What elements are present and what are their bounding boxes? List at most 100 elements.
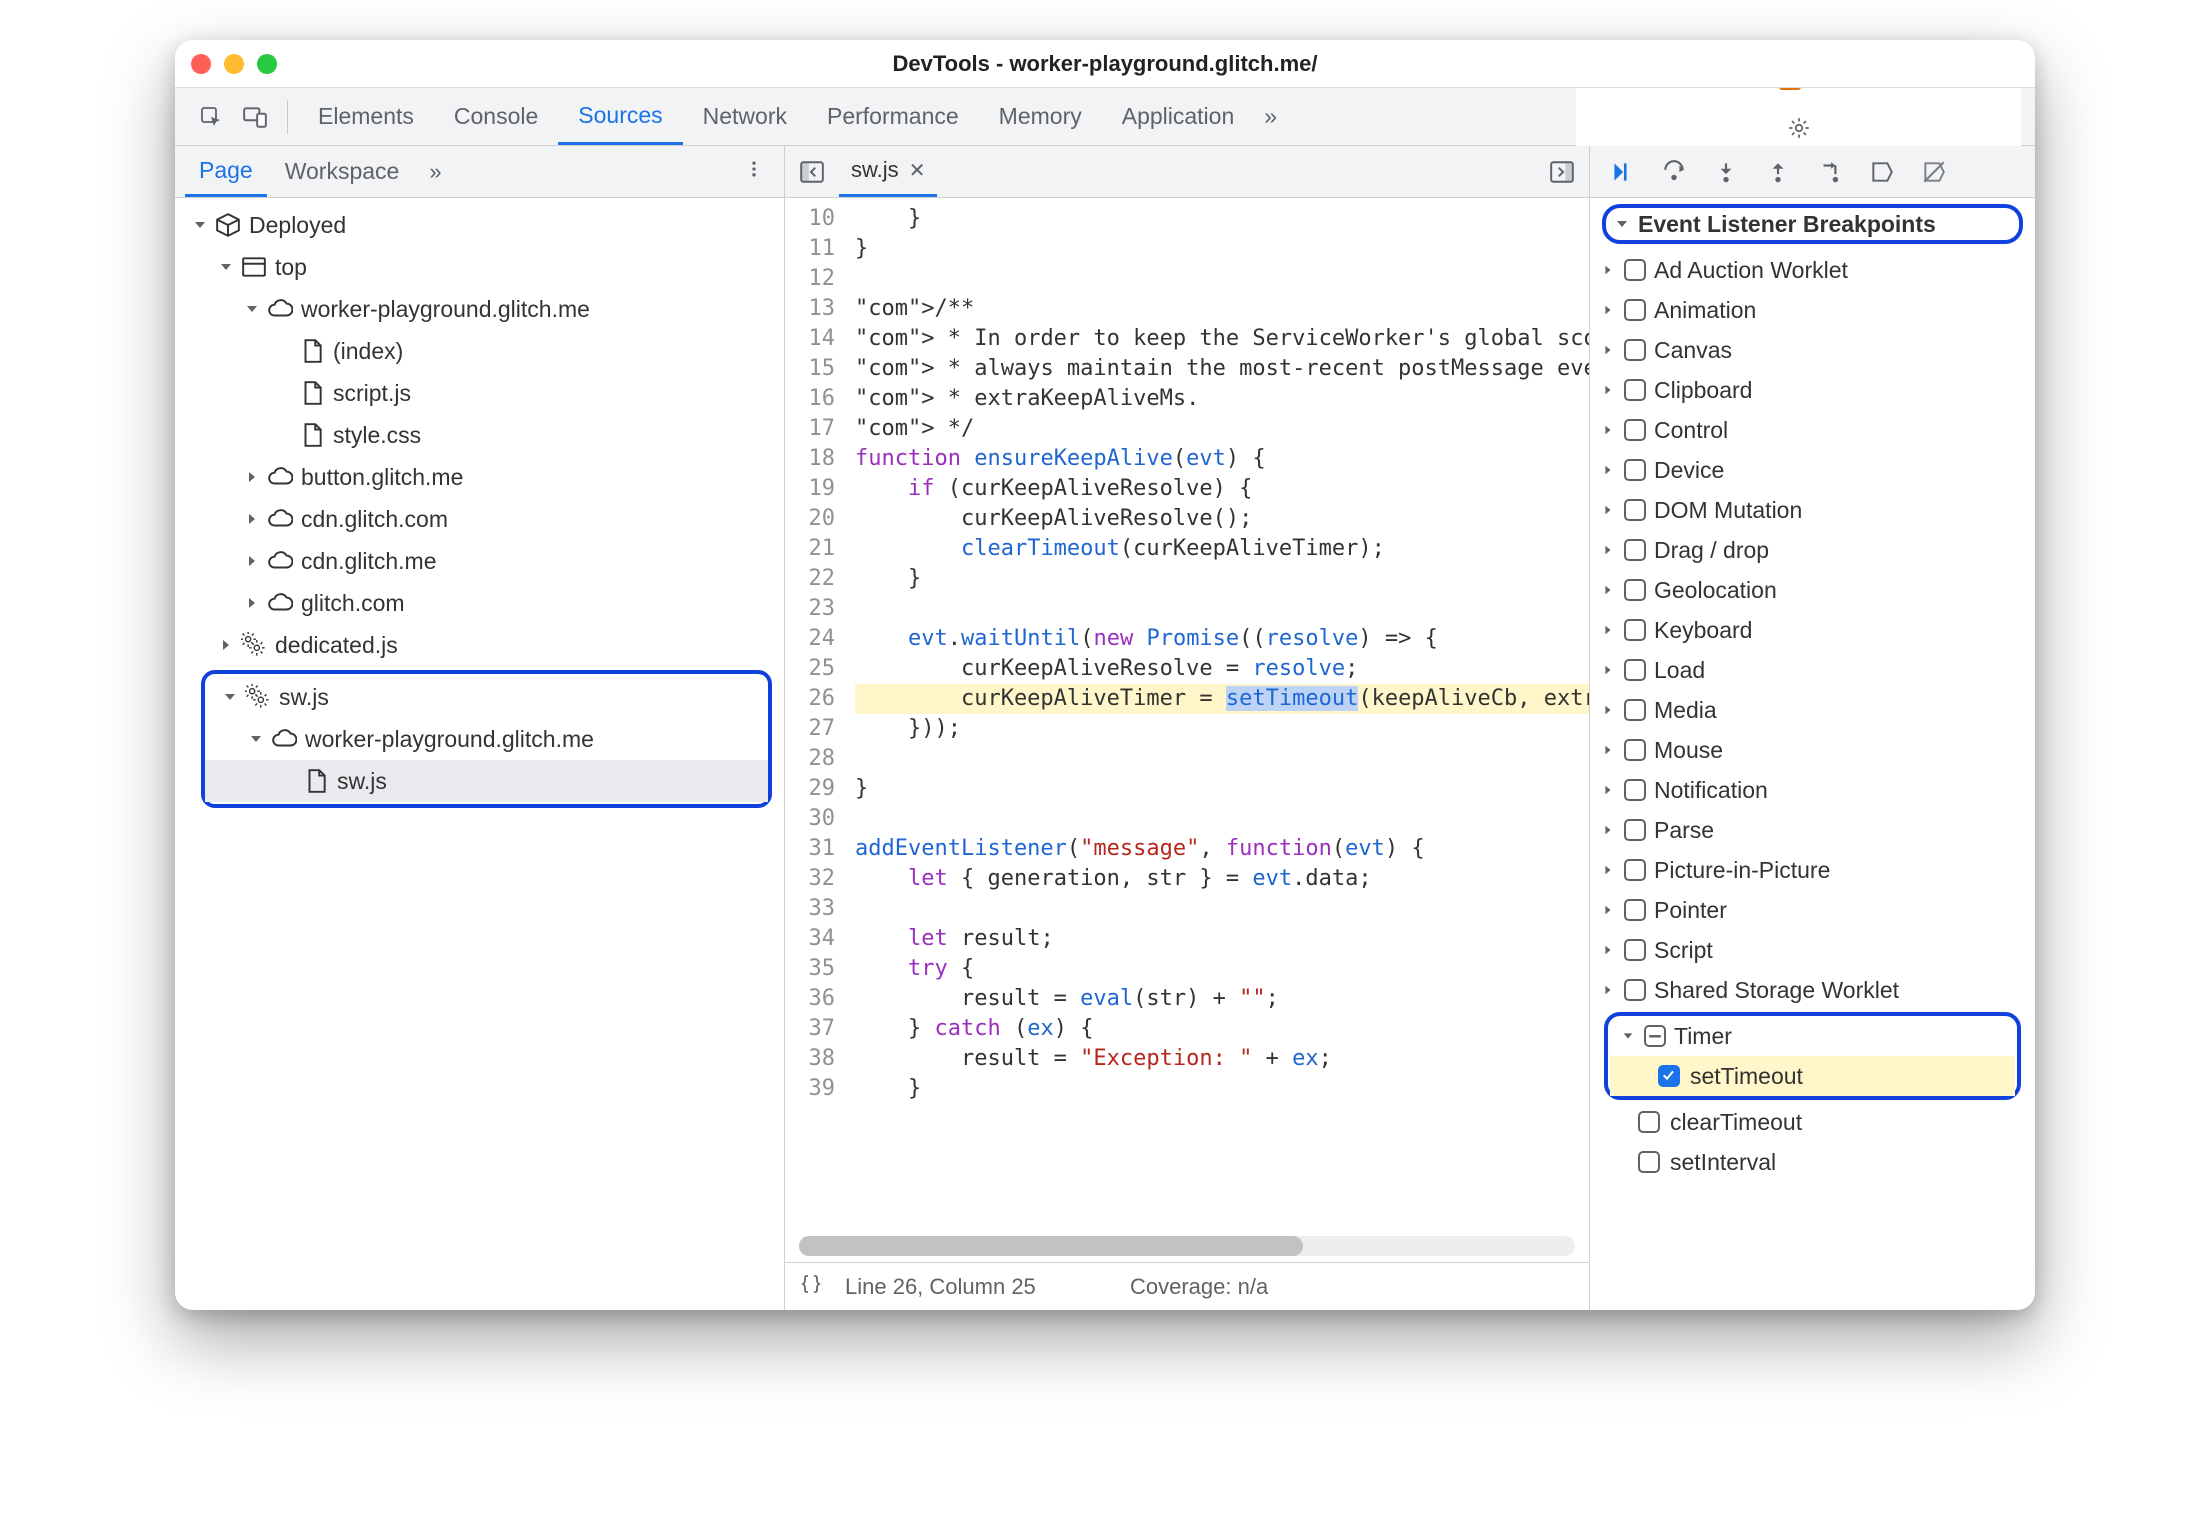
tree-worker-sw[interactable]: sw.js — [205, 676, 768, 718]
tab-console[interactable]: Console — [434, 88, 558, 145]
close-window-button[interactable] — [191, 54, 211, 74]
tab-network[interactable]: Network — [683, 88, 807, 145]
checkbox[interactable] — [1624, 339, 1646, 361]
event-clearTimeout[interactable]: clearTimeout — [1590, 1102, 2035, 1142]
tree-sw-origin[interactable]: worker-playground.glitch.me — [205, 718, 768, 760]
checkbox[interactable] — [1624, 299, 1646, 321]
event-category[interactable]: Animation — [1590, 290, 2035, 330]
caret-right-icon — [1600, 942, 1616, 958]
checkbox[interactable] — [1624, 539, 1646, 561]
deactivate-breakpoints-icon[interactable] — [1860, 150, 1904, 194]
tab-application[interactable]: Application — [1102, 88, 1255, 145]
horizontal-scrollbar[interactable] — [785, 1230, 1589, 1262]
checkbox[interactable] — [1638, 1151, 1660, 1173]
checkbox[interactable] — [1638, 1111, 1660, 1133]
tree-origin-cdn-me[interactable]: cdn.glitch.me — [175, 540, 784, 582]
checkbox[interactable] — [1624, 699, 1646, 721]
event-category[interactable]: Control — [1590, 410, 2035, 450]
tab-performance[interactable]: Performance — [807, 88, 979, 145]
caret-down-icon — [221, 688, 239, 706]
tab-memory[interactable]: Memory — [979, 88, 1102, 145]
checkbox[interactable] — [1624, 939, 1646, 961]
scrollbar-thumb[interactable] — [799, 1236, 1303, 1256]
checkbox[interactable] — [1624, 459, 1646, 481]
checkbox[interactable] — [1624, 659, 1646, 681]
tree-origin-cdn-com[interactable]: cdn.glitch.com — [175, 498, 784, 540]
event-category[interactable]: DOM Mutation — [1590, 490, 2035, 530]
checkbox-checked[interactable] — [1658, 1065, 1680, 1087]
event-category[interactable]: Media — [1590, 690, 2035, 730]
event-category[interactable]: Script — [1590, 930, 2035, 970]
tree-file-index[interactable]: (index) — [175, 330, 784, 372]
event-category[interactable]: Parse — [1590, 810, 2035, 850]
tree-sw-file[interactable]: sw.js — [205, 760, 768, 802]
nav-tabs-overflow[interactable]: » — [421, 159, 449, 185]
tree-file-script[interactable]: script.js — [175, 372, 784, 414]
checkbox-mixed[interactable]: − — [1644, 1025, 1666, 1047]
format-code-icon[interactable] — [799, 1272, 833, 1302]
event-category[interactable]: Picture-in-Picture — [1590, 850, 2035, 890]
code-content[interactable]: }} "com">/**"com"> * In order to keep th… — [845, 198, 1589, 1230]
checkbox[interactable] — [1624, 579, 1646, 601]
checkbox[interactable] — [1624, 739, 1646, 761]
step-over-icon[interactable] — [1652, 150, 1696, 194]
device-toggle-icon[interactable] — [233, 95, 277, 139]
event-category[interactable]: Ad Auction Worklet — [1590, 250, 2035, 290]
event-category[interactable]: Device — [1590, 450, 2035, 490]
event-category-timer[interactable]: − Timer — [1610, 1016, 2015, 1056]
tab-sources[interactable]: Sources — [558, 88, 682, 145]
checkbox[interactable] — [1624, 619, 1646, 641]
minimize-window-button[interactable] — [224, 54, 244, 74]
checkbox[interactable] — [1624, 259, 1646, 281]
checkbox[interactable] — [1624, 979, 1646, 1001]
inspect-element-icon[interactable] — [189, 95, 233, 139]
event-category[interactable]: Geolocation — [1590, 570, 2035, 610]
checkbox[interactable] — [1624, 499, 1646, 521]
zoom-window-button[interactable] — [257, 54, 277, 74]
event-category[interactable]: Drag / drop — [1590, 530, 2035, 570]
tab-elements[interactable]: Elements — [298, 88, 434, 145]
checkbox[interactable] — [1624, 819, 1646, 841]
event-category[interactable]: Keyboard — [1590, 610, 2035, 650]
code-editor[interactable]: 1011121314151617181920212223242526272829… — [785, 198, 1589, 1262]
event-category[interactable]: Mouse — [1590, 730, 2035, 770]
line-gutter: 1011121314151617181920212223242526272829… — [785, 198, 845, 1230]
event-category[interactable]: Clipboard — [1590, 370, 2035, 410]
checkbox[interactable] — [1624, 859, 1646, 881]
toggle-debugger-icon[interactable] — [1543, 153, 1581, 191]
resume-script-icon[interactable] — [1600, 150, 1644, 194]
checkbox[interactable] — [1624, 779, 1646, 801]
event-category[interactable]: Pointer — [1590, 890, 2035, 930]
toggle-navigator-icon[interactable] — [793, 153, 831, 191]
pause-exceptions-icon[interactable] — [1912, 150, 1956, 194]
step-into-icon[interactable] — [1704, 150, 1748, 194]
event-setInterval[interactable]: setInterval — [1590, 1142, 2035, 1182]
tree-origin-glitch[interactable]: glitch.com — [175, 582, 784, 624]
checkbox[interactable] — [1624, 419, 1646, 441]
settings-icon[interactable] — [1777, 106, 1821, 150]
step-icon[interactable] — [1808, 150, 1852, 194]
caret-down-icon — [1620, 1028, 1636, 1044]
nav-tab-workspace[interactable]: Workspace — [271, 146, 414, 197]
nav-tabs-menu-icon[interactable] — [734, 159, 774, 185]
checkbox[interactable] — [1624, 899, 1646, 921]
tree-frame-top[interactable]: top — [175, 246, 784, 288]
event-listener-breakpoints-header[interactable]: Event Listener Breakpoints — [1602, 204, 2023, 244]
nav-tab-page[interactable]: Page — [185, 146, 267, 197]
event-category[interactable]: Load — [1590, 650, 2035, 690]
tree-worker-dedicated[interactable]: dedicated.js — [175, 624, 784, 666]
event-setTimeout[interactable]: setTimeout — [1610, 1056, 2015, 1096]
tree-file-style[interactable]: style.css — [175, 414, 784, 456]
event-category[interactable]: Canvas — [1590, 330, 2035, 370]
close-tab-icon[interactable]: ✕ — [909, 158, 926, 183]
tree-origin-main[interactable]: worker-playground.glitch.me — [175, 288, 784, 330]
event-category[interactable]: Notification — [1590, 770, 2035, 810]
tree-root-deployed[interactable]: Deployed — [175, 204, 784, 246]
editor-tab-swjs[interactable]: sw.js ✕ — [839, 146, 937, 197]
main-toolbar: Elements Console Sources Network Perform… — [175, 88, 2035, 146]
tree-origin-button[interactable]: button.glitch.me — [175, 456, 784, 498]
event-category[interactable]: Shared Storage Worklet — [1590, 970, 2035, 1010]
tabs-overflow[interactable]: » — [1254, 88, 1287, 145]
step-out-icon[interactable] — [1756, 150, 1800, 194]
checkbox[interactable] — [1624, 379, 1646, 401]
